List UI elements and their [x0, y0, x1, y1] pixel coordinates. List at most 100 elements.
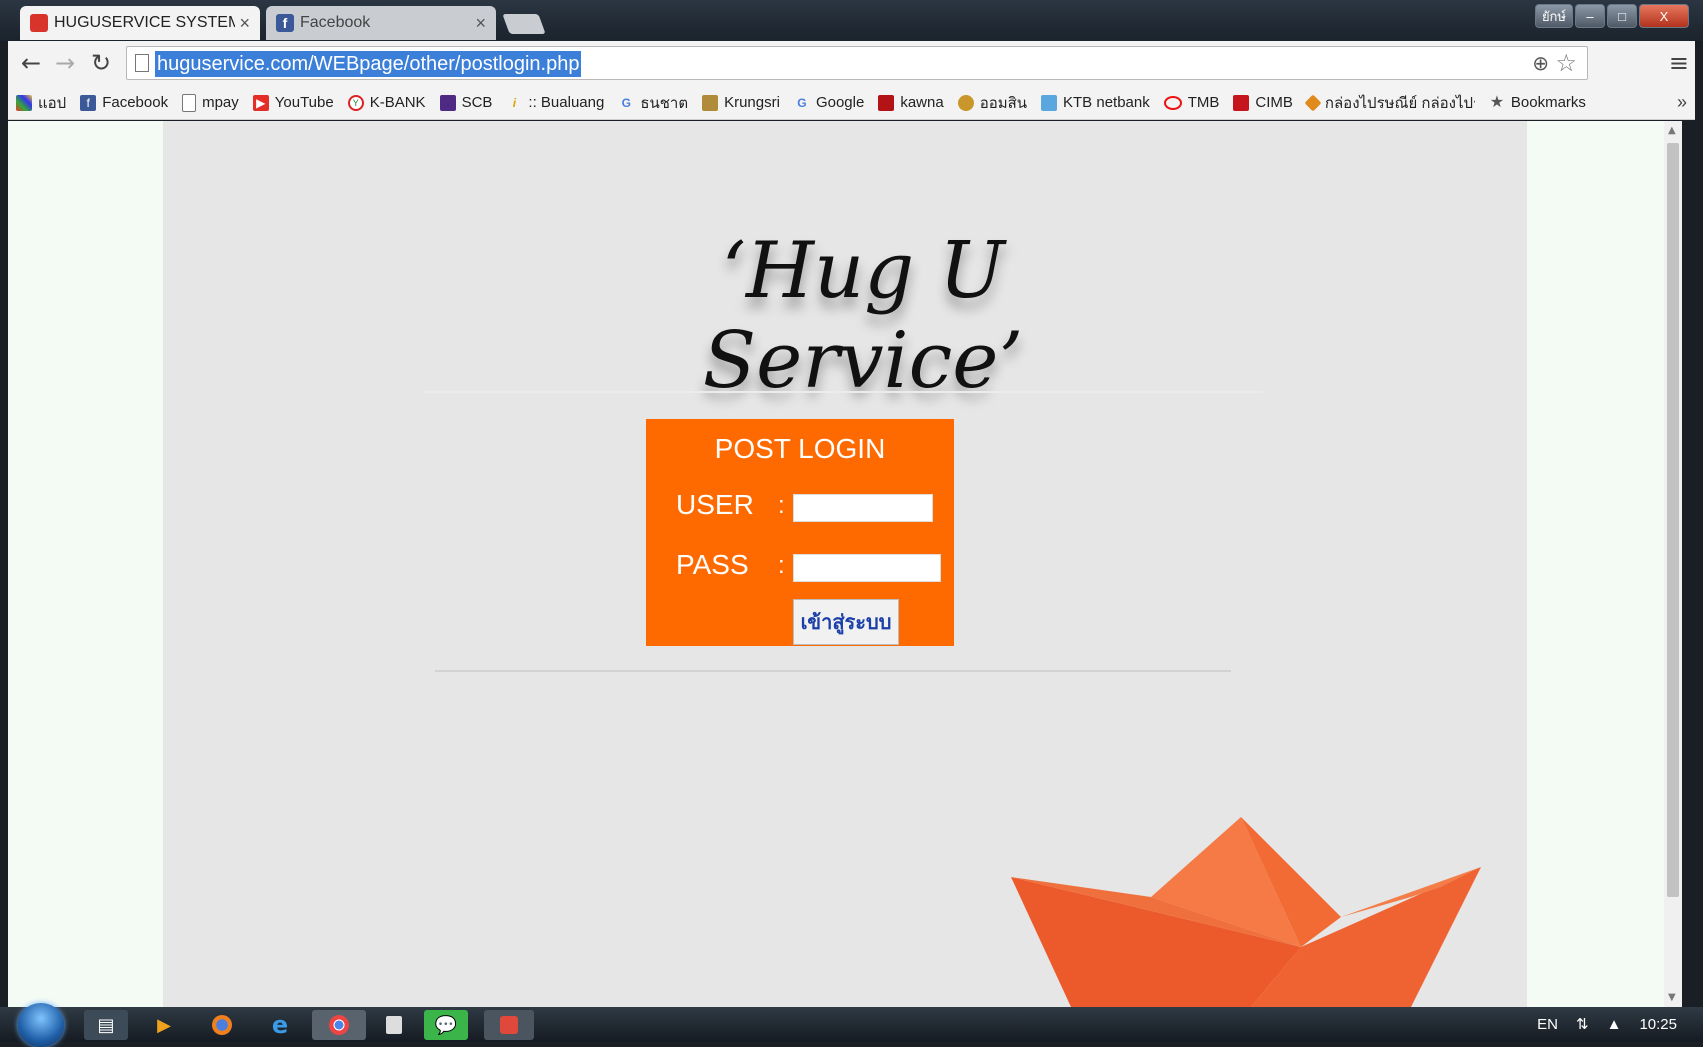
bookmark-bualuang[interactable]: i:: Bualuang — [506, 94, 605, 111]
krungsri-icon — [702, 94, 719, 111]
calculator-icon[interactable] — [372, 1010, 416, 1040]
internet-explorer-icon[interactable]: e — [258, 1010, 302, 1040]
bookmark-mpay[interactable]: mpay — [182, 93, 239, 112]
tab-close-icon[interactable]: × — [239, 13, 250, 34]
kawna-icon — [878, 94, 895, 111]
system-tray: EN ⇅ ▲ 10:25 — [1537, 1015, 1677, 1034]
pass-label: PASS — [676, 549, 749, 580]
bookmark-facebook[interactable]: f Facebook — [80, 94, 168, 111]
bookmark-krungsri[interactable]: Krungsri — [702, 94, 780, 111]
gsb-icon — [957, 94, 974, 111]
tab-facebook[interactable]: f Facebook × — [266, 6, 496, 40]
back-arrow-icon[interactable]: ← — [16, 48, 46, 78]
apps-grid-icon — [16, 94, 32, 111]
maximize-button[interactable]: □ — [1607, 4, 1637, 28]
scroll-up-icon[interactable]: ▲ — [1668, 125, 1676, 136]
youtube-icon: ▶ — [252, 94, 269, 111]
tab-close-icon[interactable]: × — [475, 13, 486, 34]
login-submit-button[interactable]: เข้าสู่ระบบ — [793, 599, 899, 645]
bookmark-youtube[interactable]: ▶ YouTube — [252, 94, 334, 111]
screenshot-tool-icon[interactable] — [484, 1010, 534, 1040]
scroll-down-icon[interactable]: ▼ — [1668, 992, 1676, 1003]
menu-icon[interactable]: ≡ — [1669, 49, 1689, 77]
bookmark-label: Bookmarks — [1510, 94, 1586, 111]
user-profile-button[interactable]: ยักษ์ — [1534, 4, 1573, 28]
forward-arrow-icon[interactable]: → — [50, 48, 80, 78]
bookmark-thanachart[interactable]: G ธนชาต — [618, 91, 688, 115]
bookmark-kbank[interactable]: Y K-BANK — [347, 94, 426, 111]
bookmark-star-icon[interactable]: ☆ — [1555, 49, 1577, 77]
bookmark-label: TMB — [1187, 94, 1220, 111]
bookmark-cimb[interactable]: CIMB — [1233, 94, 1293, 111]
chrome-icon[interactable] — [312, 1010, 366, 1040]
zoom-icon[interactable]: ⊕ — [1532, 51, 1549, 75]
divider — [435, 670, 1231, 672]
bookmark-scb[interactable]: SCB — [439, 94, 492, 111]
language-indicator[interactable]: EN — [1537, 1016, 1558, 1033]
login-form: POST LOGIN USER : PASS : เข้าสู่ระบบ — [646, 419, 954, 646]
title-bar: HUGUSERVICE SYSTEM × f Facebook × ยักษ์ … — [0, 0, 1703, 41]
bookmark-label: YouTube — [274, 94, 334, 111]
tab-title: Facebook — [300, 14, 371, 31]
network-icon[interactable]: ⇅ — [1576, 1015, 1589, 1033]
scrollbar-thumb[interactable] — [1667, 143, 1679, 897]
page-viewport: ‘Hug U Service’ POST LOGIN USER : PASS :… — [8, 121, 1682, 1007]
more-bookmarks-chevron-icon[interactable]: » — [1677, 92, 1687, 113]
cimb-icon — [1233, 94, 1250, 111]
browser-toolbar: ← → ↻ huguservice.com/WEBpage/other/post… — [8, 41, 1695, 86]
tmb-icon — [1163, 95, 1182, 110]
star-icon: ★ — [1489, 93, 1505, 111]
bookmark-label: Google — [815, 94, 865, 111]
new-tab-button[interactable] — [502, 14, 546, 34]
facebook-icon: f — [80, 94, 97, 111]
bookmarks-folder[interactable]: ★ Bookmarks — [1489, 94, 1586, 111]
url-text[interactable]: huguservice.com/WEBpage/other/postlogin.… — [155, 51, 582, 77]
bookmark-apps[interactable]: แอป — [16, 91, 66, 115]
page-icon — [182, 93, 197, 112]
media-player-icon[interactable]: ▶ — [142, 1010, 186, 1040]
username-input[interactable] — [793, 494, 933, 522]
close-window-button[interactable]: X — [1639, 4, 1689, 28]
file-explorer-icon[interactable]: ▤ — [84, 1010, 128, 1040]
firefox-icon[interactable] — [200, 1010, 244, 1040]
password-input[interactable] — [793, 554, 941, 582]
bookmark-box-shop[interactable]: กล่องไปรษณีย์ กล่องไปรษ — [1304, 91, 1475, 115]
bookmark-ktb[interactable]: KTB netbank — [1041, 94, 1150, 111]
clock[interactable]: 10:25 — [1639, 1016, 1677, 1033]
user-label: USER — [676, 489, 754, 520]
bookmark-label: Krungsri — [724, 94, 780, 111]
bookmark-label: KTB netbank — [1063, 94, 1150, 111]
bookmark-google[interactable]: G Google — [794, 94, 864, 111]
bookmark-label: ออมสิน — [979, 94, 1028, 112]
line-app-icon[interactable]: 💬 — [424, 1010, 468, 1040]
tray-expand-icon[interactable]: ▲ — [1607, 1016, 1622, 1033]
kbank-icon: Y — [347, 94, 364, 111]
address-bar[interactable]: huguservice.com/WEBpage/other/postlogin.… — [126, 46, 1588, 80]
bookmark-label: กล่องไปรษณีย์ กล่องไปรษ — [1324, 94, 1475, 112]
huguservice-favicon-icon — [30, 14, 48, 32]
vertical-scrollbar[interactable]: ▲ ▼ — [1664, 121, 1682, 1007]
site-logo: ‘Hug U Service’ — [702, 226, 1024, 406]
minimize-button[interactable]: – — [1575, 4, 1605, 28]
bookmark-label: Facebook — [102, 94, 169, 111]
tab-title: HUGUSERVICE SYSTEM — [54, 14, 236, 31]
page-icon — [135, 54, 149, 72]
page-body: ‘Hug U Service’ POST LOGIN USER : PASS :… — [163, 121, 1527, 1007]
bookmark-tmb[interactable]: TMB — [1163, 94, 1220, 111]
login-title: POST LOGIN — [714, 433, 886, 464]
bookmark-label: แอป — [38, 94, 67, 112]
bookmark-label: CIMB — [1255, 94, 1293, 111]
scb-icon — [439, 94, 456, 111]
google-icon: G — [797, 95, 807, 110]
bookmark-gsb[interactable]: ออมสิน — [957, 91, 1028, 115]
start-button[interactable] — [18, 1003, 64, 1047]
divider — [423, 391, 1263, 393]
bookmark-kawna[interactable]: kawna — [878, 94, 944, 111]
bualuang-icon: i — [512, 95, 517, 110]
bookmark-label: :: Bualuang — [528, 94, 605, 111]
ktb-icon — [1041, 94, 1058, 111]
reload-icon[interactable]: ↻ — [86, 48, 116, 78]
bookmark-label: ธนชาต — [640, 94, 689, 112]
tab-huguservice[interactable]: HUGUSERVICE SYSTEM × — [20, 6, 260, 40]
windows-taskbar: ▤ ▶ e 💬 EN ⇅ ▲ 10:25 — [0, 1003, 1703, 1047]
